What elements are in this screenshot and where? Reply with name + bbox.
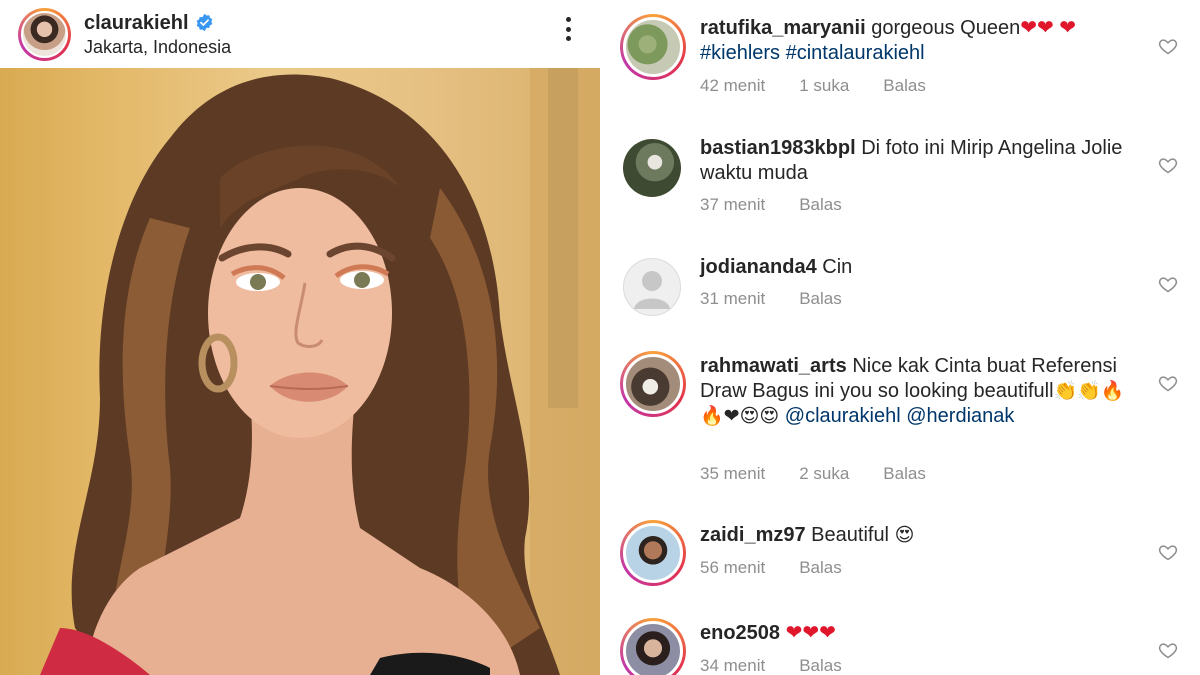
more-options-icon[interactable]	[560, 14, 576, 44]
comment-meta: 37 menit Balas	[700, 195, 876, 215]
comment-meta: 56 menit Balas	[700, 558, 876, 578]
comment-likes[interactable]: 1 suka	[799, 76, 849, 96]
commenter-avatar[interactable]	[623, 139, 681, 197]
comment-text: rahmawati_arts Nice kak Cinta buat Refer…	[700, 355, 1125, 427]
mention-link[interactable]: @claurakiehl	[785, 405, 901, 427]
comment-time: 35 menit	[700, 464, 766, 483]
comment-likes[interactable]: 2 suka	[799, 464, 849, 484]
heart-outline-icon[interactable]	[1158, 640, 1178, 660]
hashtags[interactable]: #kiehlers #cintalaurakiehl	[700, 42, 925, 64]
comment-meta: 31 menit Balas	[700, 289, 876, 309]
heart-emoji: ❤❤❤	[785, 622, 836, 644]
comment-text: zaidi_mz97 Beautiful 😍	[700, 524, 915, 546]
comment-username[interactable]: bastian1983kbpl	[700, 137, 856, 159]
reply-button[interactable]: Balas	[799, 558, 842, 578]
comment-time: 37 menit	[700, 195, 766, 214]
author-username[interactable]: claurakiehl	[84, 11, 189, 35]
comment-time: 56 menit	[700, 558, 766, 577]
comment-text: ratufika_maryanii gorgeous Queen❤❤ ❤ #ki…	[700, 17, 1077, 64]
reply-button[interactable]: Balas	[799, 289, 842, 309]
comments-panel: ratufika_maryanii gorgeous Queen❤❤ ❤ #ki…	[600, 0, 1200, 675]
verified-badge-icon	[195, 13, 214, 32]
reply-button[interactable]: Balas	[883, 464, 926, 484]
commenter-avatar-placeholder[interactable]	[623, 258, 681, 316]
heart-outline-icon[interactable]	[1158, 542, 1178, 562]
comment-text: jodiananda4 Cin	[700, 256, 853, 278]
commenter-avatar[interactable]	[620, 618, 686, 675]
comment-username[interactable]: rahmawati_arts	[700, 355, 847, 377]
post-photo[interactable]	[0, 68, 600, 675]
comment-time: 34 menit	[700, 656, 766, 675]
comment-meta: 35 menit 2 suka Balas	[700, 464, 960, 484]
comment-text: bastian1983kbpl Di foto ini Mirip Angeli…	[700, 137, 1123, 184]
heart-outline-icon[interactable]	[1158, 36, 1178, 56]
comment-text: eno2508 ❤❤❤	[700, 621, 1130, 646]
author-info: claurakiehl Jakarta, Indonesia	[84, 11, 231, 58]
heart-emoji: ❤❤ ❤	[1020, 17, 1077, 39]
default-user-icon	[634, 271, 670, 309]
comment-meta: 42 menit 1 suka Balas	[700, 76, 960, 96]
commenter-avatar[interactable]	[620, 14, 686, 80]
comment-time: 31 menit	[700, 289, 766, 308]
comment-username[interactable]: ratufika_maryanii	[700, 17, 866, 39]
post-panel: claurakiehl Jakarta, Indonesia	[0, 0, 600, 675]
post-location[interactable]: Jakarta, Indonesia	[84, 36, 231, 58]
comment-meta: 34 menit Balas	[700, 656, 876, 675]
emoji-reaction: 😍	[894, 524, 915, 546]
post-header: claurakiehl Jakarta, Indonesia	[0, 0, 600, 68]
heart-outline-icon[interactable]	[1158, 155, 1178, 175]
commenter-avatar[interactable]	[620, 520, 686, 586]
author-avatar[interactable]	[18, 7, 71, 61]
commenter-avatar[interactable]	[620, 351, 686, 417]
mention-link[interactable]: @herdianak	[906, 405, 1014, 427]
comment-username[interactable]: zaidi_mz97	[700, 524, 806, 546]
reply-button[interactable]: Balas	[799, 195, 842, 215]
comment-username[interactable]: eno2508	[700, 622, 780, 644]
portrait-illustration	[40, 68, 600, 675]
reply-button[interactable]: Balas	[799, 656, 842, 675]
comment-time: 42 menit	[700, 76, 766, 95]
comment-username[interactable]: jodiananda4	[700, 256, 817, 278]
heart-outline-icon[interactable]	[1158, 373, 1178, 393]
heart-outline-icon[interactable]	[1158, 274, 1178, 294]
reply-button[interactable]: Balas	[883, 76, 926, 96]
